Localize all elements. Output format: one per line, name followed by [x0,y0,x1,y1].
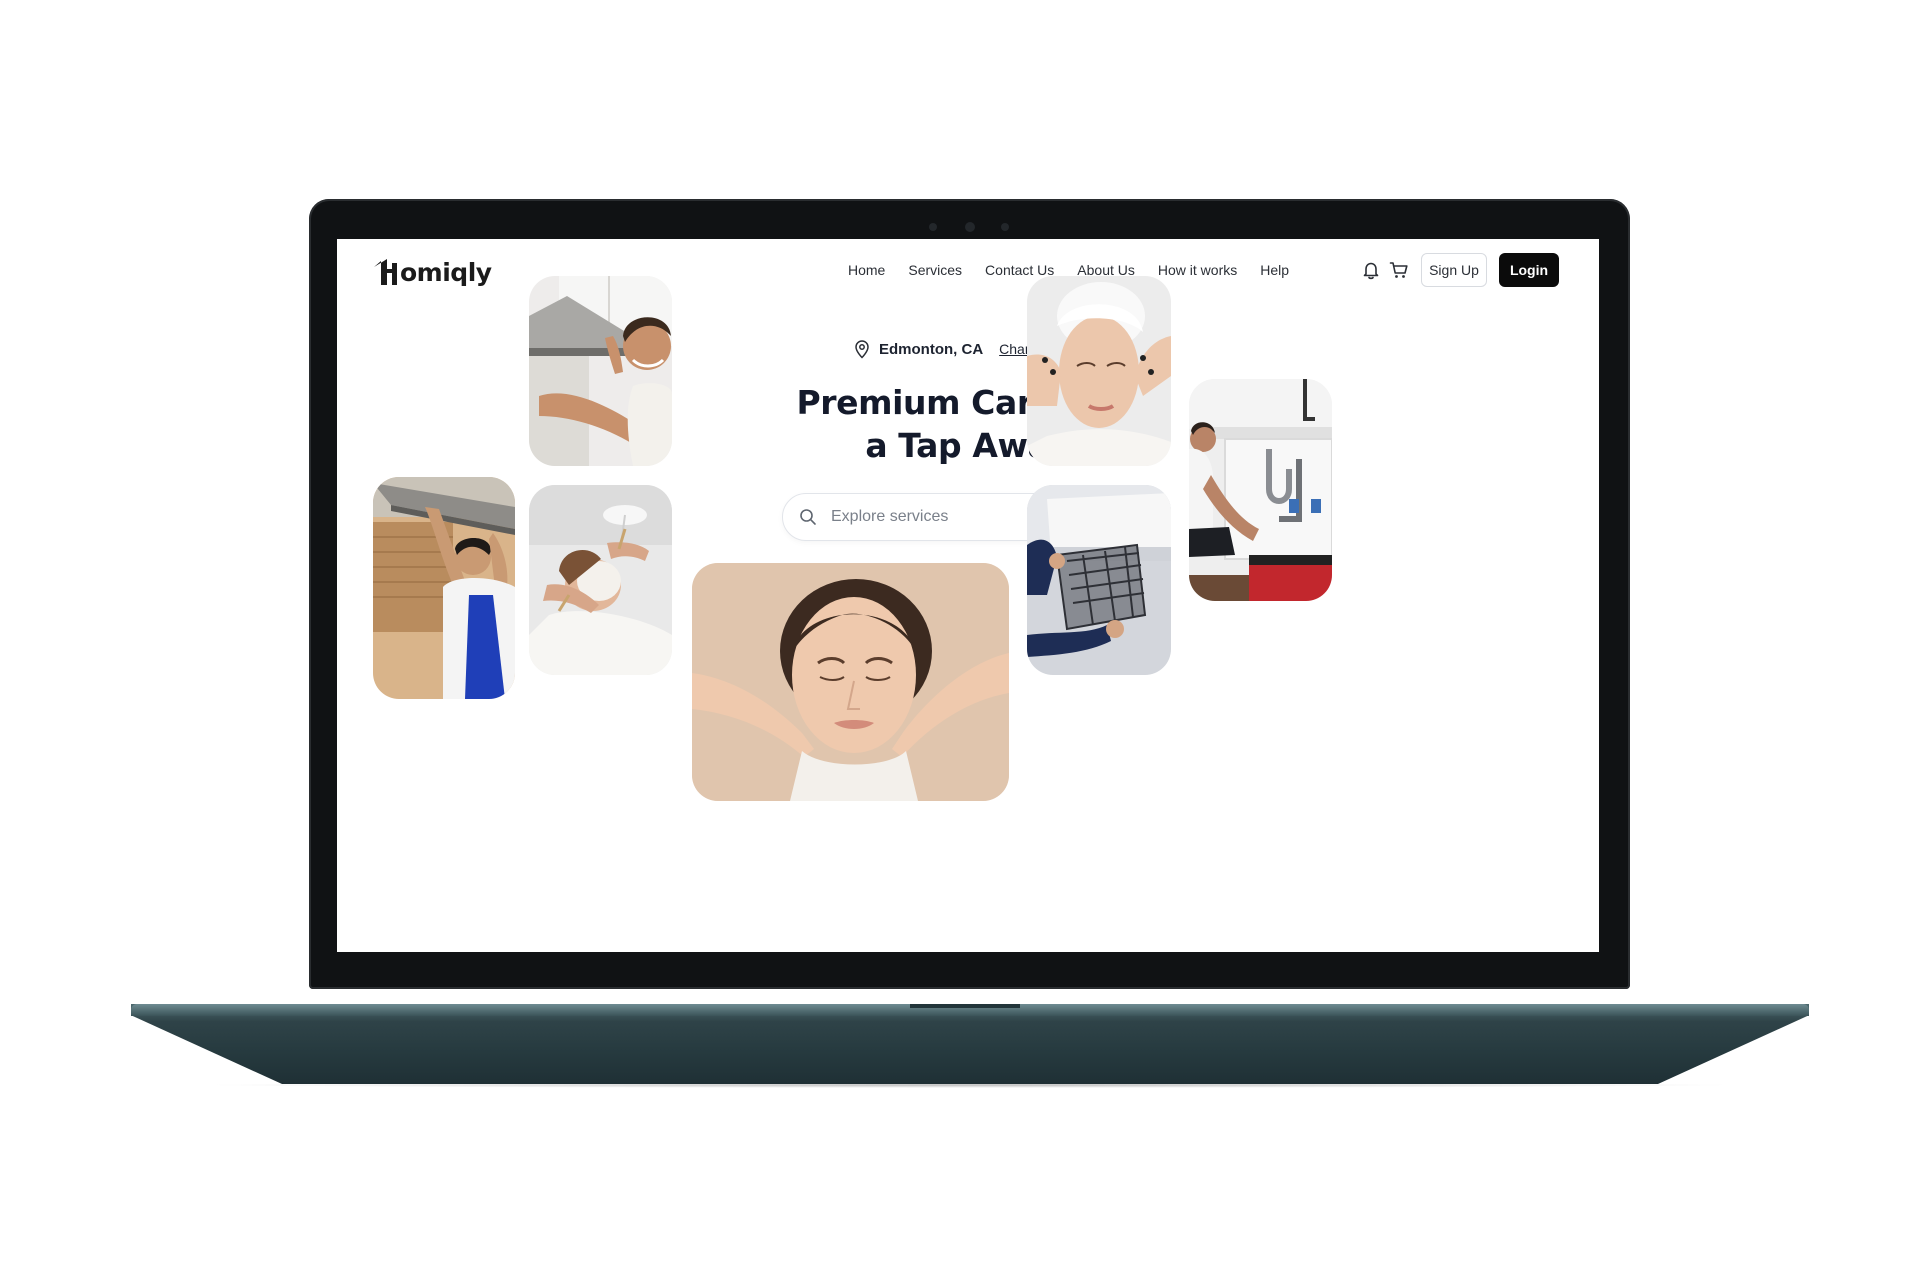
laptop-base [131,1004,1809,1084]
login-button[interactable]: Login [1499,253,1559,287]
nav-link-help[interactable]: Help [1260,262,1289,278]
laptop-mockup: omiqly Home Services Contact Us About Us… [0,0,1920,1280]
webcam-lens [965,222,975,232]
bell-icon[interactable] [1360,259,1382,281]
logo-mark-icon [374,259,397,285]
cart-icon[interactable] [1388,259,1410,281]
photo-face-massage-woman [692,563,1009,801]
nav-link-services[interactable]: Services [908,262,962,278]
brand-logo[interactable]: omiqly [371,255,492,289]
location-pin-icon [855,340,869,359]
photo-ac-filter-cleaning [1027,485,1171,675]
camera-sensor [1001,223,1009,231]
laptop-hinge-notch [910,1004,1020,1008]
search-icon [800,509,816,525]
current-city: Edmonton, CA [879,340,984,358]
photo-skincare-towel-woman [1027,276,1171,466]
nav-link-how-it-works[interactable]: How it works [1158,262,1237,278]
website-screen: omiqly Home Services Contact Us About Us… [337,239,1599,952]
photo-kitchen-hood-technician [373,477,515,699]
camera-sensor [929,223,937,231]
signup-button[interactable]: Sign Up [1421,253,1487,287]
photo-facial-mask-treatment [529,485,672,675]
photo-range-hood-repair-man [529,276,672,466]
navbar: omiqly Home Services Contact Us About Us… [337,239,1599,305]
nav-link-home[interactable]: Home [848,262,885,278]
nav-link-contact-us[interactable]: Contact Us [985,262,1054,278]
brand-name: omiqly [400,257,492,287]
photo-plumber-under-sink [1189,379,1332,601]
